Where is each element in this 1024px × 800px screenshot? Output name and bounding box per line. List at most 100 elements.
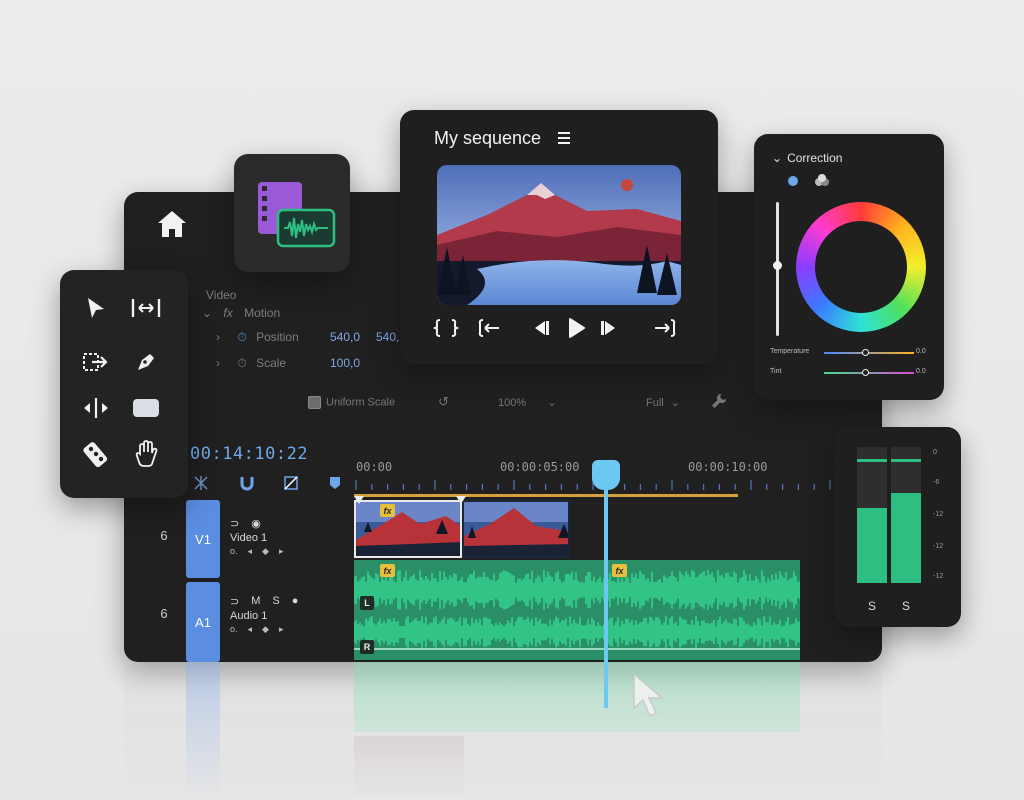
audio-clip-body [354, 560, 800, 660]
keyframe-icon[interactable]: o. [230, 624, 238, 635]
video-clip[interactable] [462, 500, 570, 558]
color-dot-icon[interactable] [788, 176, 798, 186]
next-keyframe-icon[interactable]: ▸ [279, 624, 284, 635]
solo-left-button[interactable]: S [857, 599, 887, 613]
pen-tool[interactable] [126, 342, 166, 382]
motion-row[interactable]: ⌄ fx Motion [202, 306, 280, 320]
scale-value[interactable]: 100,0 [330, 356, 360, 370]
rectangle-tool[interactable] [126, 388, 166, 428]
linked-selection-icon[interactable] [280, 472, 302, 494]
color-wheel[interactable] [796, 202, 926, 332]
razor-tool[interactable] [76, 434, 116, 474]
chevron-down-icon: ⌄ [547, 397, 557, 409]
db-label: -12 [933, 573, 944, 580]
audio-clip[interactable] [354, 560, 800, 662]
transport-controls [432, 316, 682, 340]
in-out-markers[interactable] [354, 494, 474, 508]
reset-icon[interactable]: ↺ [438, 394, 449, 410]
left-channel-badge: L [360, 596, 374, 610]
timeline-tools [190, 472, 350, 494]
solo-right-button[interactable]: S [891, 599, 921, 613]
landscape-image [437, 165, 681, 305]
slip-tool[interactable] [76, 388, 116, 428]
step-back-button[interactable] [526, 316, 554, 340]
video-clip[interactable] [354, 500, 462, 558]
pen-icon [138, 354, 154, 370]
wrench-icon[interactable] [710, 392, 728, 413]
slider-value: 0.0 [916, 348, 926, 355]
track-select-tool[interactable] [126, 288, 166, 328]
uniform-scale-checkbox[interactable]: Uniform Scale [308, 396, 395, 409]
prev-keyframe-icon[interactable]: ◂ [248, 624, 253, 635]
timecode-display[interactable]: 00:14:10:22 [190, 444, 308, 464]
marker-icon[interactable] [324, 472, 346, 494]
position-x-value[interactable]: 540,0 [330, 330, 360, 344]
hand-icon [135, 440, 158, 467]
prev-keyframe-icon[interactable]: ◂ [248, 546, 253, 557]
position-label: Position [256, 330, 299, 344]
db-label: 0 [933, 449, 937, 456]
media-icon [258, 182, 336, 248]
luma-slider-knob[interactable] [773, 261, 782, 270]
chevron-right-icon[interactable]: › [216, 356, 220, 370]
track-target-v1[interactable]: V1 [186, 500, 220, 578]
add-keyframe-icon[interactable]: ◆ [262, 546, 269, 557]
quality-select[interactable]: Full ⌄ [646, 396, 680, 409]
slider-knob[interactable] [862, 349, 869, 356]
slider-knob[interactable] [862, 369, 869, 376]
meter-channel-right [891, 447, 921, 583]
color-mix-icon[interactable] [814, 174, 830, 188]
hand-tool[interactable] [126, 434, 166, 474]
sync-lock-icon[interactable]: ⊃ [230, 517, 239, 530]
mute-button[interactable]: M [251, 595, 260, 607]
solo-button[interactable]: S [272, 595, 279, 607]
keyframe-icon[interactable]: o. [230, 546, 238, 557]
zoom-select[interactable]: 100% ⌄ [498, 396, 556, 409]
effect-name: Motion [244, 306, 281, 320]
tint-slider[interactable] [824, 369, 914, 376]
right-channel-badge: R [360, 640, 374, 654]
track-target-a1[interactable]: A1 [186, 582, 220, 662]
chevron-down-icon: ⌄ [670, 397, 681, 409]
meter-peak [891, 459, 921, 462]
fx-badge[interactable]: fx [380, 564, 395, 577]
mark-in-out-button[interactable] [432, 316, 460, 340]
playhead-line[interactable] [604, 472, 608, 708]
position-y-value[interactable]: 540, [376, 330, 399, 344]
ripple-icon[interactable] [190, 472, 212, 494]
menu-icon[interactable] [557, 131, 571, 150]
correction-header[interactable]: ⌄ Correction [772, 151, 842, 165]
go-to-out-button[interactable] [650, 316, 678, 340]
chevron-right-icon[interactable]: › [216, 330, 220, 344]
fx-badge[interactable]: fx [612, 564, 627, 577]
step-forward-button[interactable] [596, 316, 624, 340]
go-to-in-button[interactable] [476, 316, 504, 340]
stopwatch-icon[interactable]: ⏱ [237, 330, 246, 344]
meter-channel-left [857, 447, 887, 583]
video-track-header: ⊃ ◉ Video 1 o. ◂ ◆ ▸ [230, 514, 350, 557]
track-forward-tool[interactable] [76, 342, 116, 382]
slider-label: Tint [770, 368, 782, 375]
chevron-down-icon: ⌄ [772, 151, 783, 165]
eye-icon[interactable]: ◉ [251, 517, 261, 530]
mouse-cursor-icon [633, 672, 665, 718]
chevron-down-icon[interactable]: ⌄ [202, 306, 212, 320]
stopwatch-icon[interactable]: ⏱ [237, 356, 246, 370]
selection-tool[interactable] [76, 288, 116, 328]
next-keyframe-icon[interactable]: ▸ [279, 546, 284, 557]
home-icon [158, 211, 186, 237]
playhead-handle[interactable] [592, 460, 620, 490]
microphone-icon[interactable]: ● [292, 595, 299, 607]
home-button[interactable] [154, 206, 190, 242]
razor-icon [83, 442, 108, 468]
add-keyframe-icon[interactable]: ◆ [262, 624, 269, 635]
track-headers: 6 V1 ⊃ ◉ Video 1 o. ◂ ◆ ▸ 6 A1 ⊃ M S ● A… [160, 500, 354, 662]
temperature-slider[interactable] [824, 349, 914, 356]
snap-magnet-icon[interactable] [236, 472, 258, 494]
media-thumbnail-tile[interactable] [234, 154, 350, 272]
sync-lock-icon[interactable]: ⊃ [230, 595, 239, 608]
step-forward-icon [601, 321, 615, 335]
video-preview[interactable] [437, 165, 681, 305]
clip-thumbnail [464, 502, 568, 556]
play-button[interactable] [562, 316, 590, 340]
